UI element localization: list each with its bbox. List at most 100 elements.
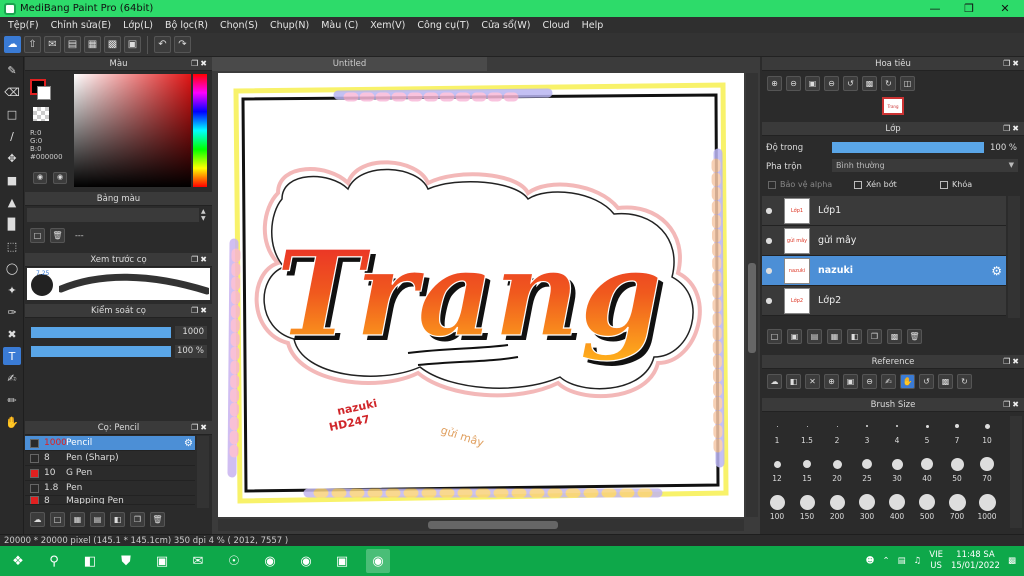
- reference-zoom-out-icon[interactable]: ⊖: [862, 374, 877, 389]
- new-1bit-layer-icon[interactable]: ▤: [807, 329, 822, 344]
- delete-palette-icon[interactable]: 🗑: [50, 228, 65, 243]
- panel-controls-icon[interactable]: ❐✖: [1003, 355, 1021, 369]
- menu-filter[interactable]: Bộ lọc(R): [159, 20, 214, 31]
- note-icon[interactable]: ▤: [64, 36, 81, 53]
- new-layer-icon[interactable]: □: [767, 329, 782, 344]
- menu-snap[interactable]: Chụp(N): [264, 20, 315, 31]
- reference-cloud-icon[interactable]: ☁: [767, 374, 782, 389]
- brush-size-option[interactable]: 300: [852, 492, 882, 528]
- lasso-tool-icon[interactable]: ◯: [3, 259, 21, 277]
- people-icon[interactable]: ☻: [866, 556, 875, 566]
- zoom-out-icon[interactable]: ⊖: [786, 76, 801, 91]
- notification-icon[interactable]: ▩: [1008, 556, 1016, 566]
- flip-icon[interactable]: ◫: [900, 76, 915, 91]
- document-icon[interactable]: ▦: [84, 36, 101, 53]
- file-explorer-icon[interactable]: ◧: [78, 549, 102, 573]
- new-8bit-layer-icon[interactable]: ▣: [787, 329, 802, 344]
- panel-controls-icon[interactable]: ❐✖: [1003, 57, 1021, 71]
- layer-row[interactable]: ● gửi mây gửi mây: [762, 226, 1006, 256]
- reference-eyedropper-icon[interactable]: ✍: [881, 374, 896, 389]
- panel-controls-icon[interactable]: ❐✖: [1003, 122, 1021, 136]
- brush-size-option[interactable]: 12: [762, 454, 792, 490]
- select-eraser-tool-icon[interactable]: ✖: [3, 325, 21, 343]
- gift-icon[interactable]: ⛊: [114, 549, 138, 573]
- vertical-scroll-thumb[interactable]: [748, 263, 756, 353]
- reference-hand-icon[interactable]: ✋: [900, 374, 915, 389]
- brush-size-option[interactable]: 25: [852, 454, 882, 490]
- saturation-value-picker[interactable]: [74, 74, 191, 187]
- new-palette-icon[interactable]: □: [30, 228, 45, 243]
- reference-fit-icon[interactable]: ▣: [843, 374, 858, 389]
- cloud-brush-icon[interactable]: ☁: [30, 512, 45, 527]
- zalo-icon[interactable]: ▣: [330, 549, 354, 573]
- reference-reset-icon[interactable]: ▩: [938, 374, 953, 389]
- duplicate-brush-icon[interactable]: ❐: [130, 512, 145, 527]
- reference-open-icon[interactable]: ◧: [786, 374, 801, 389]
- brush-size-option[interactable]: 700: [942, 492, 972, 528]
- brush-size-option[interactable]: 1.5: [792, 416, 822, 452]
- brush-size-option[interactable]: 1000: [972, 492, 1002, 528]
- canvas-horizontal-scrollbar[interactable]: [218, 519, 744, 531]
- copy-brush-icon[interactable]: ▤: [90, 512, 105, 527]
- grid-icon[interactable]: ▩: [104, 36, 121, 53]
- mail-icon[interactable]: ✉: [186, 549, 210, 573]
- actual-size-icon[interactable]: ▩: [862, 76, 877, 91]
- brush-size-option[interactable]: 50: [942, 454, 972, 490]
- brush-item-pencil[interactable]: 1000 Pencil ⚙: [25, 436, 195, 451]
- palette-spinner-icon[interactable]: ▲ ▼: [201, 208, 210, 222]
- fill-rect-tool-icon[interactable]: ■: [3, 171, 21, 189]
- brush-size-option[interactable]: 7: [942, 416, 972, 452]
- close-window-button[interactable]: ✕: [988, 0, 1022, 17]
- eraser-tool-icon[interactable]: ⌫: [3, 83, 21, 101]
- brush-size-scrollbar[interactable]: [1010, 416, 1022, 528]
- brush-settings-gear-icon[interactable]: ⚙: [184, 438, 193, 449]
- panel-controls-icon[interactable]: ❐✖: [1003, 398, 1021, 412]
- line-tool-icon[interactable]: ∕: [3, 127, 21, 145]
- layer-list-scrollbar[interactable]: [1008, 196, 1020, 318]
- network-icon[interactable]: ▤: [898, 556, 906, 566]
- eyedropper-tool-icon[interactable]: ✍: [3, 369, 21, 387]
- reference-rotate-left-icon[interactable]: ↺: [919, 374, 934, 389]
- clipping-checkbox[interactable]: [854, 181, 862, 189]
- brush-size-option[interactable]: 3: [852, 416, 882, 452]
- clock[interactable]: 11:48 SA 15/01/2022: [951, 550, 1000, 572]
- visibility-dot-icon[interactable]: ●: [762, 296, 776, 305]
- brush-size-option[interactable]: 70: [972, 454, 1002, 490]
- brush-size-option[interactable]: 40: [912, 454, 942, 490]
- color-swap-icon[interactable]: ◉: [53, 172, 67, 184]
- menu-view[interactable]: Xem(V): [364, 20, 411, 31]
- menu-help[interactable]: Help: [576, 20, 610, 31]
- cloud-icon[interactable]: ☁: [4, 36, 21, 53]
- brush-size-option[interactable]: 30: [882, 454, 912, 490]
- menu-tools[interactable]: Công cụ(T): [411, 20, 475, 31]
- menu-color[interactable]: Màu (C): [315, 20, 364, 31]
- layer-row[interactable]: ● Lớp1 Lớp1: [762, 196, 1006, 226]
- menu-layer[interactable]: Lớp(L): [117, 20, 159, 31]
- move-tool-icon[interactable]: ✥: [3, 149, 21, 167]
- panel-controls-icon[interactable]: ❐✖: [191, 421, 209, 435]
- layer-settings-gear-icon[interactable]: ⚙: [991, 264, 1002, 278]
- merge-layer-icon[interactable]: ▩: [887, 329, 902, 344]
- menu-select[interactable]: Chọn(S): [214, 20, 264, 31]
- tiles-icon[interactable]: ▣: [124, 36, 141, 53]
- brush-size-option[interactable]: 400: [882, 492, 912, 528]
- panel-controls-icon[interactable]: ❐✖: [191, 253, 209, 267]
- layer-opacity-slider[interactable]: [832, 142, 984, 153]
- brush-size-option[interactable]: 20: [822, 454, 852, 490]
- brush-size-option[interactable]: 200: [822, 492, 852, 528]
- canvas-vertical-scrollbar[interactable]: [746, 73, 758, 517]
- rotate-left-icon[interactable]: ↺: [843, 76, 858, 91]
- menu-window[interactable]: Cửa sổ(W): [475, 20, 536, 31]
- minimize-button[interactable]: —: [918, 0, 952, 17]
- hue-slider[interactable]: [193, 74, 207, 187]
- pipette-tool-icon[interactable]: ✏: [3, 391, 21, 409]
- add-brush-icon[interactable]: ▦: [70, 512, 85, 527]
- brush-size-option[interactable]: 15: [792, 454, 822, 490]
- new-brush-icon[interactable]: □: [50, 512, 65, 527]
- brush-size-slider[interactable]: [31, 327, 171, 338]
- magic-wand-tool-icon[interactable]: ✦: [3, 281, 21, 299]
- panel-controls-icon[interactable]: ❐✖: [191, 304, 209, 318]
- store-icon[interactable]: ▣: [150, 549, 174, 573]
- share-icon[interactable]: ⇧: [24, 36, 41, 53]
- maximize-button[interactable]: ❐: [952, 0, 986, 17]
